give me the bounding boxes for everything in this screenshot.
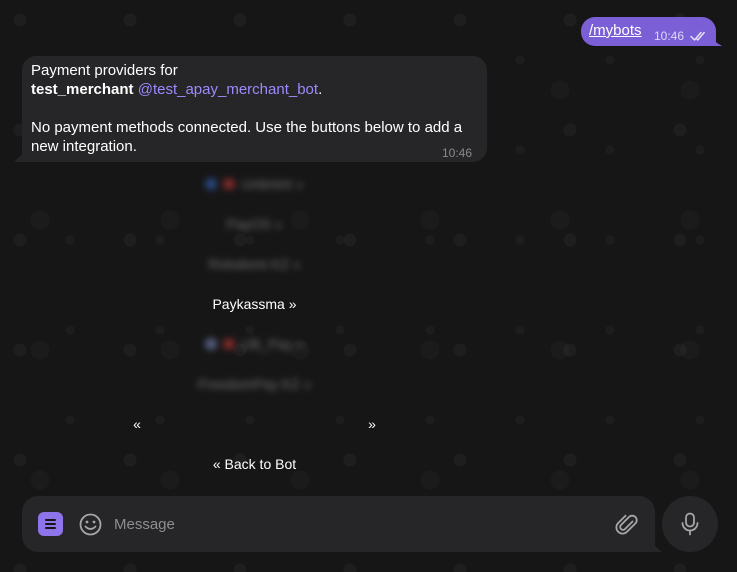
keyboard-button-label: FreedomPay KZ » xyxy=(197,376,312,392)
keyboard-button-provider-2[interactable]: PayOS » xyxy=(22,206,487,242)
chat-background: /mybots 10:46 Payment providers for test… xyxy=(0,0,737,572)
message-line-title: Payment providers for xyxy=(31,62,178,79)
incoming-message-time: 10:46 xyxy=(442,146,473,160)
double-check-icon xyxy=(690,31,705,41)
keyboard-button-label: Unlimint » xyxy=(241,176,304,192)
message-line-status-cont: new integration. xyxy=(31,138,137,155)
flag-icon xyxy=(222,338,235,350)
keyboard-button-label: PayOS » xyxy=(226,216,283,232)
paperclip-icon[interactable] xyxy=(615,512,639,537)
keyboard-button-back-to-bot[interactable]: « Back to Bot xyxy=(22,446,487,482)
keyboard-button-provider-1[interactable]: Unlimint » xyxy=(22,166,487,202)
incoming-bubble-tail xyxy=(14,150,26,162)
keyboard-button-label: « Back to Bot xyxy=(212,456,297,472)
keyboard-button-prev-page[interactable]: « xyxy=(22,406,252,442)
keyboard-button-label: UB_Pay » xyxy=(240,336,305,352)
keyboard-button-provider-5[interactable]: UB_Pay » xyxy=(22,326,487,362)
bot-menu-icon xyxy=(45,519,56,529)
message-line-merchant: test_merchant @test_apay_merchant_bot. xyxy=(31,81,322,99)
bot-mention-link[interactable]: @test_apay_merchant_bot xyxy=(138,81,318,98)
keyboard-button-label: « xyxy=(133,416,141,432)
merchant-name: test_merchant xyxy=(31,81,134,98)
outgoing-message-time: 10:46 xyxy=(654,29,685,43)
message-input[interactable] xyxy=(114,512,594,536)
keyboard-button-label: Rolodomi KZ » xyxy=(208,256,301,272)
bot-menu-button[interactable] xyxy=(38,512,63,536)
keyboard-button-label: » xyxy=(368,416,376,432)
command-link[interactable]: /mybots xyxy=(589,22,642,40)
flag-icon xyxy=(205,178,218,190)
message-line-status: No payment methods connected. Use the bu… xyxy=(31,119,463,136)
keyboard-button-paykassma[interactable]: Paykassma » xyxy=(22,286,487,322)
keyboard-button-label: Paykassma » xyxy=(212,296,297,312)
emoji-icon[interactable] xyxy=(79,513,102,536)
merchant-line-period: . xyxy=(318,81,323,98)
keyboard-button-provider-3[interactable]: Rolodomi KZ » xyxy=(22,246,487,282)
keyboard-button-next-page[interactable]: » xyxy=(257,406,487,442)
microphone-icon xyxy=(681,512,699,536)
flag-icon xyxy=(223,178,236,190)
flag-icon xyxy=(204,338,217,350)
keyboard-button-provider-6[interactable]: FreedomPay KZ » xyxy=(22,366,487,402)
